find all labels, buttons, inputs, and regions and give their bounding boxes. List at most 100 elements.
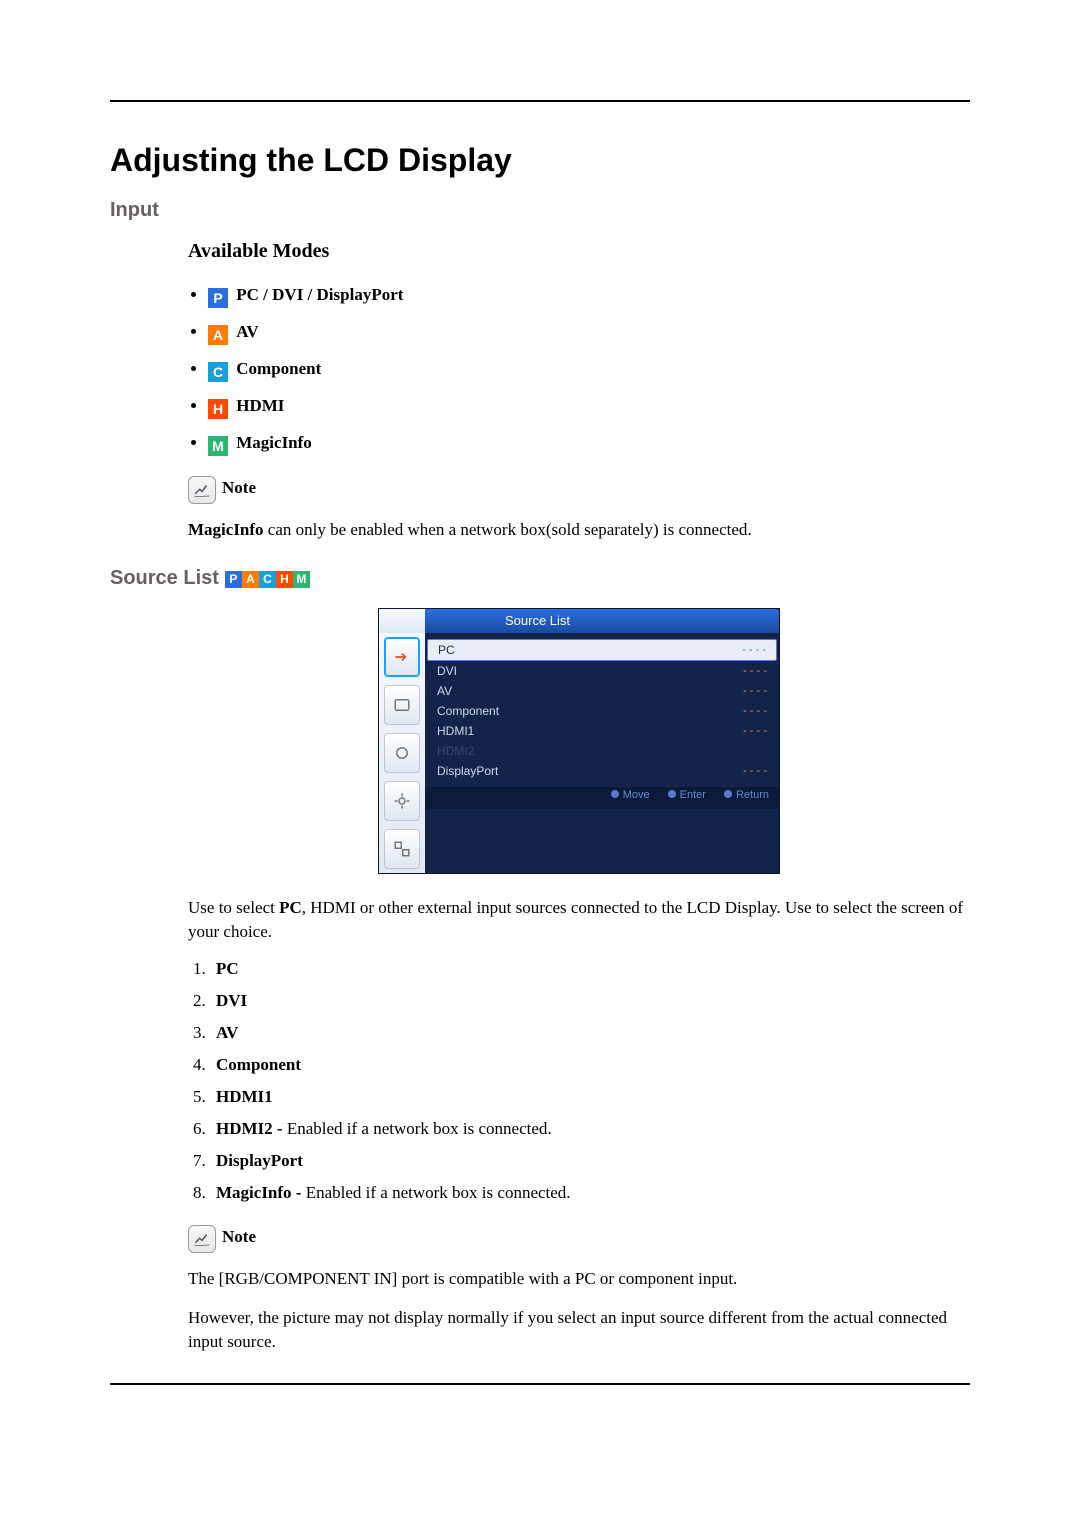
p-icon: P: [225, 571, 242, 588]
h-icon: H: [208, 399, 228, 419]
osd-row-hdmi2: HDMI2: [425, 741, 779, 761]
osd-title: Source List: [425, 609, 779, 633]
item-name: DisplayPort: [216, 1151, 303, 1170]
source-list-content: Source List PC - - - -: [188, 608, 970, 1355]
mode-item-magicinfo: M MagicInfo: [208, 433, 970, 456]
mode-pc-label: PC / DVI / DisplayPort: [236, 285, 403, 304]
m-icon: M: [208, 436, 228, 456]
list-item: HDMI1: [210, 1087, 970, 1107]
osd-row-label: AV: [437, 681, 743, 701]
item-extra: Enabled if a network box is connected.: [306, 1183, 571, 1202]
osd-row-status: - - - -: [743, 661, 767, 681]
osd-row-label: PC: [438, 640, 742, 660]
osd-row-status: - - - -: [743, 701, 767, 721]
osd-main: PC - - - - DVI - - - - AV - - - - Comp: [425, 633, 779, 873]
osd-side-picture-icon: [384, 685, 420, 725]
page-title: Adjusting the LCD Display: [110, 142, 970, 179]
list-item: DVI: [210, 991, 970, 1011]
available-modes-heading: Available Modes: [188, 240, 970, 263]
item-name: HDMI2 -: [216, 1119, 287, 1138]
list-item: DisplayPort: [210, 1151, 970, 1171]
osd-row-label: DVI: [437, 661, 743, 681]
osd-row-label: HDMI2: [437, 741, 767, 761]
item-name: HDMI1: [216, 1087, 273, 1106]
osd-row-component: Component - - - -: [425, 701, 779, 721]
source-list-icon-strip: PACHM: [225, 568, 310, 588]
source-list-para1-post: , HDMI or other external input sources c…: [188, 898, 963, 942]
note-2-para-2: However, the picture may not display nor…: [188, 1306, 970, 1355]
list-item: MagicInfo - Enabled if a network box is …: [210, 1183, 970, 1203]
note-1-text: MagicInfo can only be enabled when a net…: [188, 518, 970, 543]
osd-row-av: AV - - - -: [425, 681, 779, 701]
osd-footer-enter: Enter: [668, 789, 706, 807]
osd-footer-move: Move: [611, 789, 650, 807]
note-1: Note: [188, 476, 970, 504]
osd-row-label: HDMI1: [437, 721, 743, 741]
osd-row-label: DisplayPort: [437, 761, 743, 781]
osd-title-bar: Source List: [379, 609, 779, 633]
a-icon: A: [208, 325, 228, 345]
source-list-heading: Source List: [110, 567, 219, 589]
list-item: PC: [210, 959, 970, 979]
c-icon: C: [208, 362, 228, 382]
page: Adjusting the LCD Display Input Availabl…: [0, 0, 1080, 1527]
source-items-list: PC DVI AV Component HDMI1 HDMI2 - Enable…: [188, 959, 970, 1203]
available-modes-list: P PC / DVI / DisplayPort A AV C Componen…: [188, 285, 970, 456]
osd-body: PC - - - - DVI - - - - AV - - - - Comp: [379, 633, 779, 873]
osd-row-dvi: DVI - - - -: [425, 661, 779, 681]
item-name: MagicInfo -: [216, 1183, 306, 1202]
note-1-bold: MagicInfo: [188, 520, 264, 539]
note-icon: [188, 476, 216, 504]
osd-screenshot: Source List PC - - - -: [188, 608, 970, 874]
h-icon: H: [276, 571, 293, 588]
osd-row-status: - - - -: [742, 640, 766, 660]
note-icon: [188, 1225, 216, 1253]
source-list-para1-bold: PC: [279, 898, 302, 917]
note-label: Note: [222, 478, 256, 497]
input-content: Available Modes P PC / DVI / DisplayPort…: [188, 240, 970, 543]
source-list-para1-pre: Use to select: [188, 898, 279, 917]
osd-sidebar: [379, 633, 425, 873]
mode-item-pc: P PC / DVI / DisplayPort: [208, 285, 970, 308]
osd-row-label: Component: [437, 701, 743, 721]
osd-footer-return: Return: [724, 789, 769, 807]
osd-footer: Move Enter Return: [425, 787, 779, 809]
item-name: AV: [216, 1023, 238, 1042]
osd-side-input-icon: [384, 637, 420, 677]
list-item: Component: [210, 1055, 970, 1075]
note-2-para-1: The [RGB/COMPONENT IN] port is compatibl…: [188, 1267, 970, 1292]
item-name: DVI: [216, 991, 247, 1010]
c-icon: C: [259, 571, 276, 588]
osd-row-displayport: DisplayPort - - - -: [425, 761, 779, 781]
bottom-rule: [110, 1383, 970, 1385]
osd-side-setup-icon: [384, 781, 420, 821]
list-item: HDMI2 - Enabled if a network box is conn…: [210, 1119, 970, 1139]
osd-side-multi-icon: [384, 829, 420, 869]
source-list-heading-row: Source List PACHM: [110, 567, 970, 590]
a-icon: A: [242, 571, 259, 588]
section-input-heading: Input: [110, 199, 970, 222]
osd-row-pc: PC - - - -: [427, 639, 777, 661]
mode-item-hdmi: H HDMI: [208, 396, 970, 419]
m-icon: M: [293, 571, 310, 588]
item-extra: Enabled if a network box is connected.: [287, 1119, 552, 1138]
mode-magicinfo-label: MagicInfo: [236, 433, 312, 452]
source-list-para1: Use to select PC, HDMI or other external…: [188, 896, 970, 945]
mode-av-label: AV: [236, 322, 258, 341]
note-2: Note: [188, 1225, 970, 1253]
mode-item-av: A AV: [208, 322, 970, 345]
mode-hdmi-label: HDMI: [236, 396, 284, 415]
top-rule: [110, 100, 970, 102]
item-name: PC: [216, 959, 239, 978]
note-1-rest: can only be enabled when a network box(s…: [264, 520, 752, 539]
osd-row-status: - - - -: [743, 721, 767, 741]
item-name: Component: [216, 1055, 301, 1074]
osd-row-status: - - - -: [743, 761, 767, 781]
p-icon: P: [208, 288, 228, 308]
osd-row-hdmi1: HDMI1 - - - -: [425, 721, 779, 741]
note-label: Note: [222, 1227, 256, 1246]
osd-row-status: - - - -: [743, 681, 767, 701]
osd-panel: Source List PC - - - -: [378, 608, 780, 874]
mode-item-component: C Component: [208, 359, 970, 382]
mode-component-label: Component: [236, 359, 321, 378]
